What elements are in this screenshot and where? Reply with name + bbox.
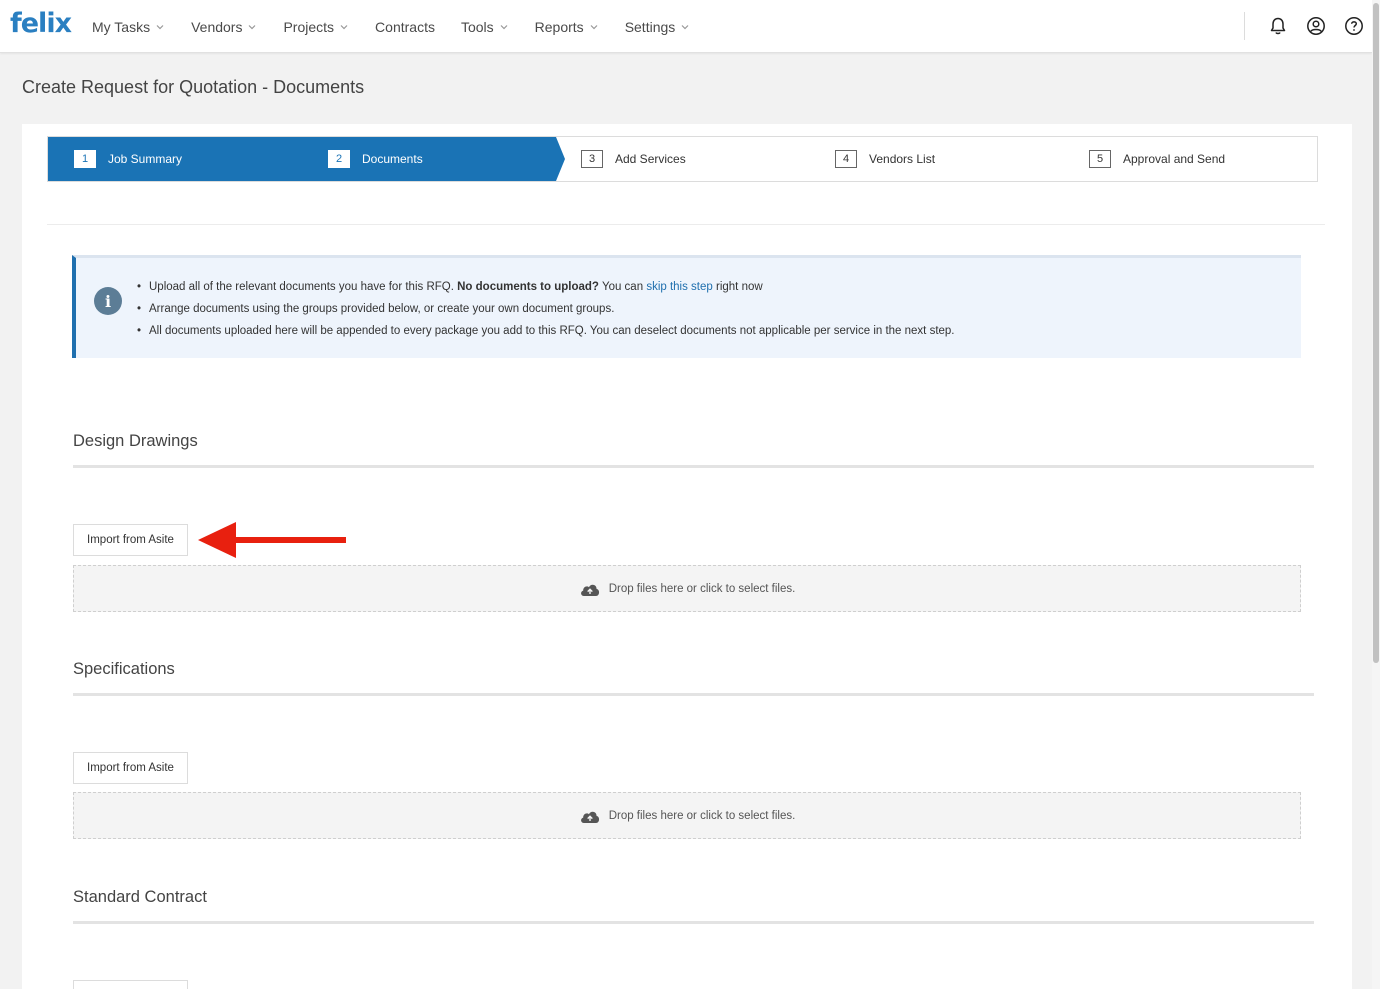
nav-contracts[interactable]: Contracts bbox=[375, 19, 435, 35]
step-add-services[interactable]: 3 Add Services bbox=[581, 137, 686, 181]
step-label: Documents bbox=[362, 152, 423, 166]
import-from-asite-button[interactable]: Import from Asite bbox=[73, 752, 188, 784]
chevron-down-icon bbox=[681, 24, 689, 29]
section-rule bbox=[73, 693, 1314, 696]
step-job-summary[interactable]: 1 Job Summary bbox=[74, 137, 182, 181]
nav-my-tasks[interactable]: My Tasks bbox=[92, 19, 165, 35]
annotation-arrow-icon bbox=[198, 522, 346, 558]
step-number: 2 bbox=[328, 150, 350, 168]
nav-projects[interactable]: Projects bbox=[283, 19, 349, 35]
import-from-asite-button[interactable] bbox=[73, 980, 188, 989]
nav-label: Projects bbox=[283, 18, 335, 35]
cloud-upload-icon bbox=[580, 584, 599, 596]
main-menu: My Tasks Vendors Projects Contracts Tool… bbox=[92, 0, 716, 53]
felix-logo[interactable]: felix bbox=[10, 8, 72, 39]
chevron-down-icon bbox=[590, 24, 598, 29]
import-from-asite-button[interactable]: Import from Asite bbox=[73, 524, 188, 556]
step-approval-and-send[interactable]: 5 Approval and Send bbox=[1089, 137, 1225, 181]
nav-reports[interactable]: Reports bbox=[535, 19, 599, 35]
step-label: Add Services bbox=[615, 152, 686, 166]
section-title-specifications: Specifications bbox=[73, 660, 175, 678]
nav-label: Vendors bbox=[191, 18, 243, 35]
info-text: Upload all of the relevant documents you… bbox=[149, 281, 454, 293]
nav-label: Tools bbox=[460, 18, 494, 35]
step-label: Approval and Send bbox=[1123, 152, 1226, 166]
step-number: 1 bbox=[74, 150, 96, 168]
info-text: You can bbox=[601, 281, 644, 293]
step-label: Job Summary bbox=[108, 152, 183, 166]
chevron-down-icon bbox=[340, 24, 348, 29]
step-documents[interactable]: 2 Documents bbox=[328, 137, 423, 181]
nav-label: Settings bbox=[624, 18, 676, 35]
bell-icon[interactable] bbox=[1268, 16, 1288, 36]
info-item: All documents uploaded here will be appe… bbox=[137, 322, 955, 344]
step-number: 3 bbox=[581, 150, 603, 168]
section-rule bbox=[73, 921, 1314, 924]
step-vendors-list[interactable]: 4 Vendors List bbox=[835, 137, 935, 181]
user-account-icon[interactable] bbox=[1306, 16, 1326, 36]
chevron-down-icon bbox=[156, 24, 164, 29]
section-title-design-drawings: Design Drawings bbox=[73, 432, 198, 450]
page-title: Create Request for Quotation - Documents bbox=[22, 77, 365, 97]
info-bold-text: No documents to upload? bbox=[457, 281, 599, 293]
section-rule bbox=[73, 465, 1314, 468]
nav-label: My Tasks bbox=[92, 18, 151, 35]
nav-vendors[interactable]: Vendors bbox=[191, 19, 257, 35]
skip-step-link[interactable]: skip this step bbox=[646, 281, 712, 293]
info-panel: i Upload all of the relevant documents y… bbox=[72, 255, 1301, 358]
nav-divider bbox=[1244, 12, 1245, 40]
step-number: 5 bbox=[1089, 150, 1111, 168]
chevron-down-icon bbox=[500, 24, 508, 29]
info-text: right now bbox=[716, 281, 763, 293]
cloud-upload-icon bbox=[580, 811, 599, 823]
info-icon: i bbox=[94, 287, 122, 315]
divider bbox=[47, 224, 1325, 225]
section-title-standard-contract: Standard Contract bbox=[73, 888, 207, 906]
nav-label: Reports bbox=[534, 18, 584, 35]
info-item: Arrange documents using the groups provi… bbox=[137, 300, 955, 322]
dropzone-label: Drop files here or click to select files… bbox=[608, 809, 796, 822]
nav-settings[interactable]: Settings bbox=[625, 19, 691, 35]
step-number: 4 bbox=[835, 150, 857, 168]
dropzone-label: Drop files here or click to select files… bbox=[608, 582, 796, 595]
chevron-down-icon bbox=[249, 24, 256, 29]
info-item: Upload all of the relevant documents you… bbox=[137, 278, 955, 300]
file-dropzone[interactable]: Drop files here or click to select files… bbox=[73, 565, 1301, 612]
info-list: Upload all of the relevant documents you… bbox=[137, 278, 955, 344]
file-dropzone[interactable]: Drop files here or click to select files… bbox=[73, 792, 1301, 839]
help-icon[interactable] bbox=[1344, 16, 1364, 36]
scrollbar-thumb[interactable] bbox=[1373, 3, 1379, 663]
wizard-stepper: 1 Job Summary 2 Documents 3 Add Services… bbox=[47, 136, 1318, 182]
top-navbar: felix My Tasks Vendors Projects Contract… bbox=[0, 0, 1372, 53]
nav-tools[interactable]: Tools bbox=[461, 19, 509, 35]
step-label: Vendors List bbox=[869, 152, 936, 166]
page-scrollbar[interactable] bbox=[1372, 0, 1380, 989]
nav-label: Contracts bbox=[375, 18, 435, 35]
